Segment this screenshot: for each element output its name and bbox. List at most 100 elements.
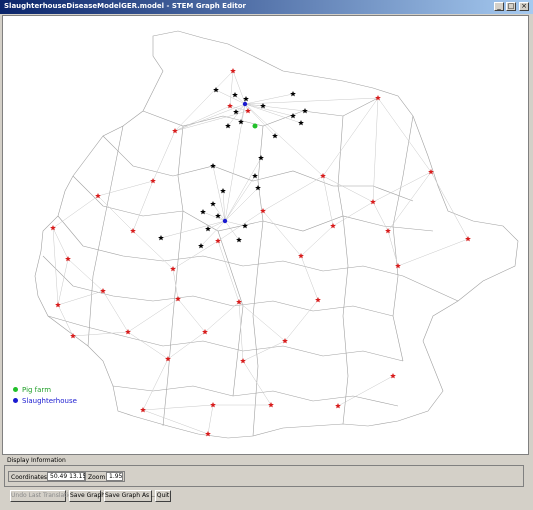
- graph-edge: [242, 360, 272, 406]
- region-node[interactable]: [240, 358, 246, 364]
- graph-edge: [204, 301, 240, 333]
- pig-farm-dot-icon: [13, 387, 18, 392]
- graph-edge: [229, 70, 234, 107]
- graph-nodes[interactable]: [50, 68, 471, 437]
- minimize-button[interactable]: _: [494, 2, 504, 11]
- legend-label: Pig farm: [22, 385, 52, 394]
- undo-last-translation-button[interactable]: Undo Last Translation: [10, 490, 76, 502]
- farm-node[interactable]: [260, 103, 266, 109]
- farm-node[interactable]: [210, 163, 216, 169]
- graph-edge: [142, 404, 214, 411]
- graph-edge: [430, 171, 469, 240]
- region-node[interactable]: [150, 178, 156, 184]
- graph-edge: [142, 409, 209, 435]
- graph-edge: [97, 180, 154, 197]
- region-node[interactable]: [55, 302, 61, 308]
- graph-edge: [57, 290, 104, 306]
- region-node[interactable]: [465, 236, 471, 242]
- region-node[interactable]: [227, 103, 233, 109]
- quit-button[interactable]: Quit: [155, 490, 171, 502]
- region-node[interactable]: [370, 199, 376, 205]
- region-node[interactable]: [335, 403, 341, 409]
- graph-edge: [322, 175, 334, 227]
- graph-edge: [57, 304, 74, 337]
- farm-node[interactable]: [236, 237, 242, 243]
- save-graph-button[interactable]: Save Graph: [69, 490, 105, 502]
- title-bar: SlaughterhouseDiseaseModelGER.model - ST…: [0, 0, 533, 14]
- graph-edge: [242, 340, 286, 362]
- save-graph-as-button[interactable]: Save Graph As ...: [104, 490, 157, 502]
- graph-edge: [300, 255, 319, 301]
- graph-edge: [372, 201, 389, 232]
- graph-edge: [174, 110, 249, 132]
- region-node[interactable]: [315, 297, 321, 303]
- region-node[interactable]: [385, 228, 391, 234]
- germany-map[interactable]: [3, 16, 529, 455]
- region-node[interactable]: [70, 333, 76, 339]
- slaughterhouse-node[interactable]: [242, 101, 248, 107]
- region-node[interactable]: [390, 373, 396, 379]
- graph-edge: [127, 298, 179, 333]
- graph-edge: [132, 230, 174, 270]
- slaughterhouse-node[interactable]: [222, 218, 228, 224]
- graph-edge: [238, 301, 286, 342]
- graph-edge: [244, 93, 294, 105]
- graph-canvas[interactable]: Pig farm Slaughterhouse: [2, 15, 529, 455]
- graph-edge: [262, 210, 302, 257]
- map-legend: Pig farm Slaughterhouse: [13, 384, 77, 406]
- farm-node[interactable]: [200, 209, 206, 215]
- farm-node[interactable]: [242, 223, 248, 229]
- coordinates-value: 50.49 13.15: [47, 472, 86, 481]
- graph-edge: [217, 240, 240, 303]
- farm-node[interactable]: [255, 185, 261, 191]
- farm-node[interactable]: [225, 123, 231, 129]
- graph-edge: [387, 171, 432, 232]
- graph-edge: [244, 103, 276, 137]
- region-node[interactable]: [428, 169, 434, 175]
- maximize-button[interactable]: □: [506, 2, 516, 11]
- graph-edge: [244, 97, 379, 105]
- pig-farm-node[interactable]: [252, 123, 258, 129]
- region-node[interactable]: [140, 407, 146, 413]
- slaughterhouse-dot-icon: [13, 398, 18, 403]
- panel-title: Display Information: [5, 457, 68, 464]
- close-button[interactable]: ×: [519, 2, 529, 11]
- farm-node[interactable]: [298, 120, 304, 126]
- region-node[interactable]: [165, 356, 171, 362]
- graph-edge: [322, 97, 379, 177]
- graph-edge: [52, 195, 99, 229]
- farm-node[interactable]: [302, 108, 308, 114]
- graph-edge: [377, 97, 432, 173]
- region-borders: [34, 30, 519, 439]
- legend-item-slaughterhouse: Slaughterhouse: [13, 395, 77, 406]
- region-node[interactable]: [215, 238, 221, 244]
- region-node[interactable]: [395, 263, 401, 269]
- region-node[interactable]: [210, 402, 216, 408]
- graph-edge: [177, 298, 206, 333]
- graph-edge: [207, 404, 214, 435]
- region-node[interactable]: [268, 402, 274, 408]
- zoom-label: Zoom:: [88, 474, 108, 481]
- coordinates-label: Coordinates:: [11, 474, 50, 481]
- graph-edge: [174, 105, 231, 132]
- farm-node[interactable]: [258, 155, 264, 161]
- farm-node[interactable]: [205, 226, 211, 232]
- graph-edge: [372, 97, 379, 203]
- zoom-value: 1.95: [106, 472, 123, 481]
- graph-edge: [167, 331, 206, 360]
- window-title: SlaughterhouseDiseaseModelGER.model - ST…: [4, 2, 246, 10]
- graph-edge: [300, 225, 334, 257]
- farm-node[interactable]: [158, 235, 164, 241]
- country-outline: [34, 30, 519, 439]
- legend-label: Slaughterhouse: [22, 396, 77, 405]
- farm-node[interactable]: [210, 201, 216, 207]
- farm-node[interactable]: [252, 173, 258, 179]
- farm-node[interactable]: [290, 91, 296, 97]
- graph-edge: [262, 175, 324, 212]
- graph-edge: [244, 103, 302, 124]
- graph-edge: [244, 103, 294, 117]
- graph-edge: [372, 171, 432, 203]
- graph-edge: [322, 175, 374, 203]
- graph-edge: [142, 358, 169, 411]
- farm-node[interactable]: [213, 87, 219, 93]
